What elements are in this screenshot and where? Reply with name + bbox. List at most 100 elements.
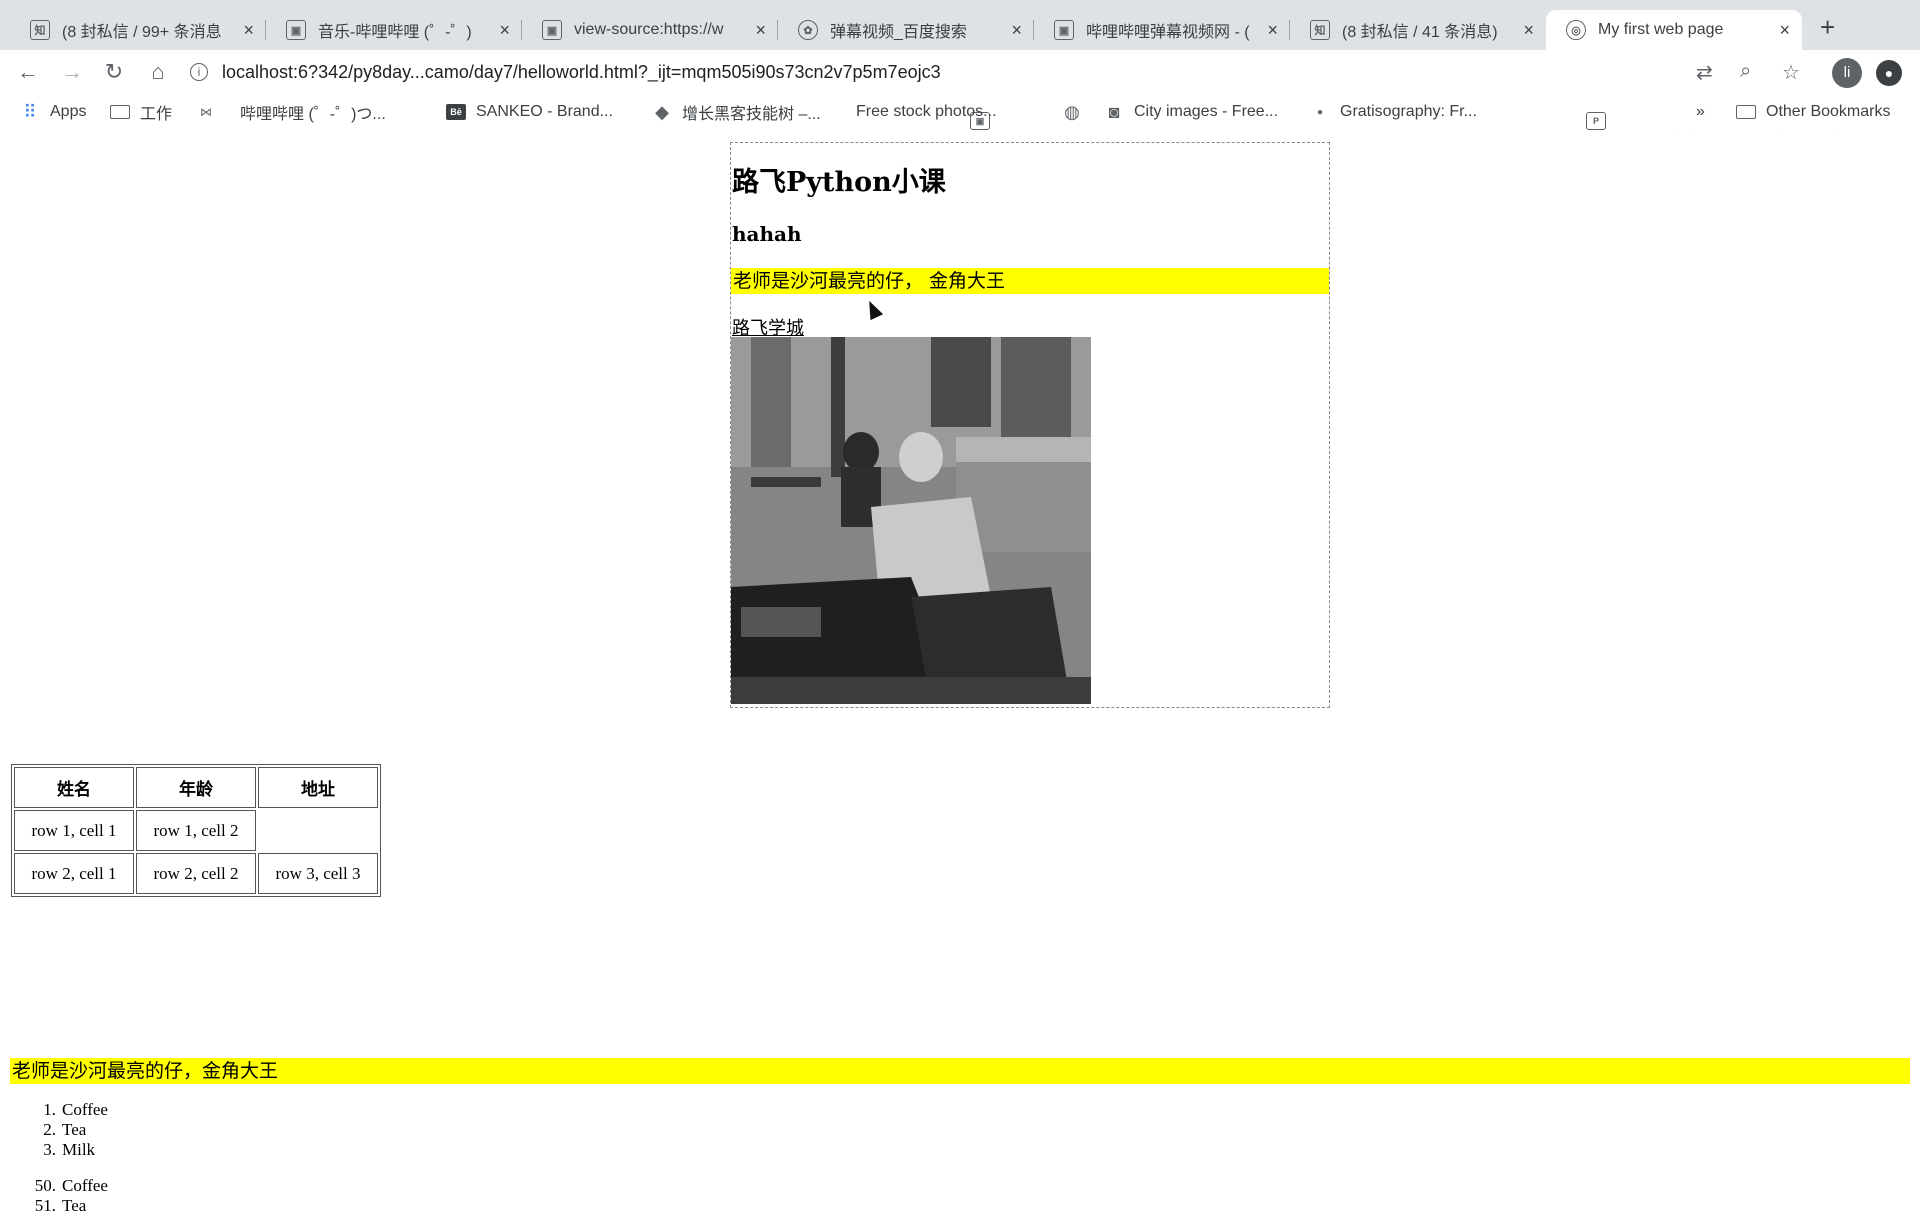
zhihu-icon: 知 <box>1310 20 1330 40</box>
forward-arrow-icon[interactable]: → <box>58 58 86 86</box>
close-icon[interactable]: × <box>1779 20 1790 41</box>
table-header-cell: 姓名 <box>14 767 134 808</box>
bookmark-label: Other Bookmarks <box>1766 103 1891 120</box>
globe-icon: ◍ <box>1064 101 1080 122</box>
bookmark-label: City images - Free... <box>1134 103 1279 120</box>
close-icon[interactable]: × <box>755 20 766 41</box>
close-icon[interactable]: × <box>499 20 510 41</box>
other-bookmarks[interactable]: Other Bookmarks <box>1736 100 1890 124</box>
tab-5[interactable]: 知 (8 封私信 / 41 条消息) × <box>1290 10 1546 50</box>
baidu-icon: ✿ <box>798 20 818 40</box>
bilibili-icon: ▣ <box>542 20 562 40</box>
reload-icon[interactable]: ↻ <box>100 58 128 86</box>
table-cell: row 2, cell 1 <box>14 853 134 894</box>
ordered-list-2: 50. Coffee 51. Tea <box>30 1176 108 1216</box>
apps-icon: ⠿ <box>23 101 37 122</box>
table-cell: row 1, cell 1 <box>14 810 134 851</box>
list-item: 50. Coffee <box>30 1176 108 1196</box>
tab-4[interactable]: ▣ 哔哩哔哩弹幕视频网 - ( × <box>1034 10 1290 50</box>
bookmarks-overflow[interactable]: » <box>1696 100 1705 124</box>
url-text[interactable]: localhost:6?342/py8day...camo/day7/hello… <box>222 62 941 83</box>
info-icon[interactable]: i <box>190 63 208 81</box>
list-text: Tea <box>62 1120 87 1139</box>
bookmark-city-images[interactable]: ◙ City images - Free... <box>1104 100 1278 124</box>
table-row: row 2, cell 1 row 2, cell 2 row 3, cell … <box>14 853 378 894</box>
tab-6-active[interactable]: ◎ My first web page × <box>1546 10 1802 50</box>
bookmark-logo-icon: ⋈ <box>200 105 212 119</box>
table-cell <box>258 810 378 851</box>
dot-icon: ● <box>1316 106 1324 118</box>
bookmark-folder-work[interactable]: 工作 <box>110 100 172 124</box>
extension-icon[interactable]: ● <box>1876 60 1902 86</box>
close-icon[interactable]: × <box>1267 20 1278 41</box>
page-subheading: hahah <box>732 222 802 246</box>
folder-icon <box>110 105 130 119</box>
list-number: 1. <box>43 1100 56 1119</box>
tab-title: 弹幕视频_百度搜索 <box>830 24 967 41</box>
highlight-text-2: 老师是沙河最亮的仔，金角大王 <box>10 1058 1910 1084</box>
zoom-icon[interactable]: ⌕ <box>1740 60 1751 83</box>
profile-avatar[interactable]: li <box>1832 58 1862 88</box>
table-cell: row 2, cell 2 <box>136 853 256 894</box>
list-text: Coffee <box>62 1100 108 1119</box>
bookmark-apps[interactable]: ⠿ Apps <box>20 100 86 124</box>
photo-site-icon: P <box>1586 112 1606 130</box>
address-bar[interactable]: i localhost:6?342/py8day...camo/day7/hel… <box>190 55 1630 89</box>
list-item: 1. Coffee <box>30 1100 108 1120</box>
list-number: 3. <box>43 1140 56 1159</box>
list-number: 50. <box>34 1176 56 1195</box>
list-number: 51. <box>34 1196 56 1215</box>
list-item: 51. Tea <box>30 1196 108 1216</box>
table-row: row 1, cell 1 row 1, cell 2 <box>14 810 378 851</box>
bookmarks-bar: ⠿ Apps 工作 ⋈ ▣ 哔哩哔哩 (゜-゜)つ... Bē SANKEO -… <box>0 94 1920 130</box>
bookmark-growth[interactable]: ◆ 增长黑客技能树 –... <box>652 100 821 124</box>
bookmark-label: 工作 <box>140 106 173 123</box>
close-icon[interactable]: × <box>1011 20 1022 41</box>
bookmark-label: Apps <box>50 103 87 120</box>
close-icon[interactable]: × <box>1523 20 1534 41</box>
translate-icon[interactable]: ⇄ <box>1696 60 1713 85</box>
bookmark-label: 哔哩哔哩 (゜-゜)つ... <box>240 106 386 123</box>
bookmark-label: Free stock photos... <box>856 103 997 120</box>
tab-2[interactable]: ▣ view-source:https://w × <box>522 10 778 50</box>
close-icon[interactable]: × <box>243 20 254 41</box>
new-tab-button[interactable]: + <box>1820 14 1835 40</box>
tab-0[interactable]: 知 (8 封私信 / 99+ 条消息 × <box>10 10 266 50</box>
table-header-row: 姓名 年龄 地址 <box>14 767 378 808</box>
bilibili-icon: ▣ <box>1054 20 1074 40</box>
star-icon[interactable]: ☆ <box>1782 60 1800 85</box>
bookmark-sankeo[interactable]: Bē SANKEO - Brand... <box>446 100 613 124</box>
table-cell: row 1, cell 2 <box>136 810 256 851</box>
list-item: 2. Tea <box>30 1120 108 1140</box>
list-item: 3. Milk <box>30 1140 108 1160</box>
tab-strip: 知 (8 封私信 / 99+ 条消息 × ▣ 音乐-哔哩哔哩 (゜-゜) × ▣… <box>0 0 1920 50</box>
home-icon[interactable]: ⌂ <box>144 58 172 86</box>
bookmark-label: SANKEO - Brand... <box>476 103 613 120</box>
bookmark-free-stock[interactable]: P Free stock photos... <box>856 100 1606 130</box>
chevron-double-right-icon: » <box>1696 103 1705 120</box>
tab-title: 音乐-哔哩哔哩 (゜-゜) <box>318 24 472 41</box>
list-text: Tea <box>62 1196 87 1215</box>
bookmark-label: 增长黑客技能树 –... <box>682 106 821 123</box>
list-text: Coffee <box>62 1176 108 1195</box>
bookmark-logo[interactable]: ⋈ <box>196 100 226 124</box>
webpage-icon: ◎ <box>1566 20 1586 40</box>
table-header-cell: 年龄 <box>136 767 256 808</box>
tab-3[interactable]: ✿ 弹幕视频_百度搜索 × <box>778 10 1034 50</box>
tab-1[interactable]: ▣ 音乐-哔哩哔哩 (゜-゜) × <box>266 10 522 50</box>
bookmark-gratisography[interactable]: ● Gratisography: Fr... <box>1310 100 1477 124</box>
bookmark-globe[interactable]: ◍ <box>1062 100 1092 124</box>
browser-toolbar: ← → ↻ ⌂ i localhost:6?342/py8day...camo/… <box>0 50 1920 136</box>
table-header-cell: 地址 <box>258 767 378 808</box>
bookmark-bilibili[interactable]: ▣ 哔哩哔哩 (゜-゜)つ... <box>240 100 990 130</box>
cafe-photo <box>731 337 1091 704</box>
list-number: 2. <box>43 1120 56 1139</box>
ordered-list-1: 1. Coffee 2. Tea 3. Milk <box>30 1100 108 1160</box>
bilibili-icon: ▣ <box>286 20 306 40</box>
table-cell: row 3, cell 3 <box>258 853 378 894</box>
tab-title: view-source:https://w <box>574 21 724 38</box>
page-heading: 路飞Python小课 <box>732 167 946 198</box>
highlight-text-1: 老师是沙河最亮的仔， 金角大王 <box>731 268 1329 294</box>
back-arrow-icon[interactable]: ← <box>14 58 42 86</box>
list-text: Milk <box>62 1140 96 1159</box>
